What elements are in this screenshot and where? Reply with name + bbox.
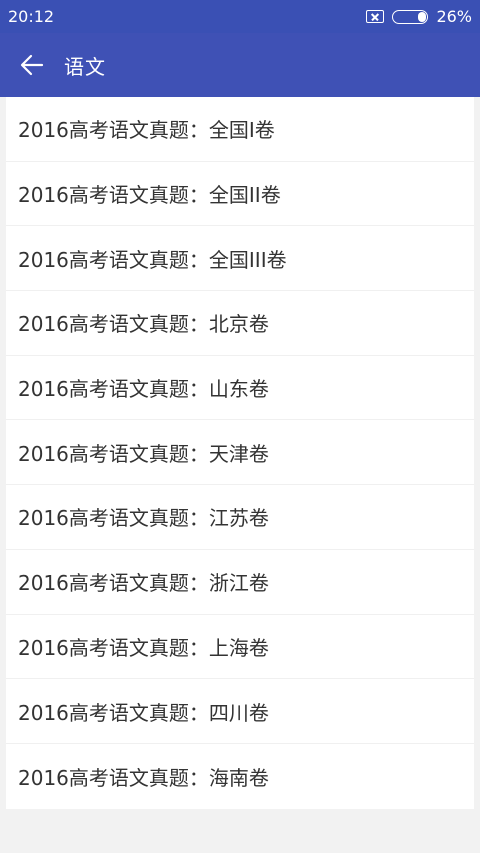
list-item-label: 2016高考语文真题：海南卷 (18, 765, 269, 790)
list-item[interactable]: 2016高考语文真题：全国III卷 (6, 226, 474, 292)
list-item-label: 2016高考语文真题：山东卷 (18, 377, 269, 402)
app-bar: 语文 (0, 33, 480, 97)
list-item[interactable]: 2016高考语文真题：江苏卷 (6, 485, 474, 550)
battery-percent: 26% (436, 7, 472, 26)
list-item-label: 2016高考语文真题：全国III卷 (18, 247, 287, 272)
list-item[interactable]: 2016高考语文真题：全国II卷 (6, 162, 474, 227)
list-item-label: 2016高考语文真题：四川卷 (18, 700, 269, 725)
list-item[interactable]: 2016高考语文真题：北京卷 (6, 291, 474, 356)
list-item-label: 2016高考语文真题：全国I卷 (18, 118, 275, 143)
list-item[interactable]: 2016高考语文真题：海南卷 (6, 744, 474, 809)
list-item-label: 2016高考语文真题：全国II卷 (18, 183, 281, 208)
status-bar: 20:12 26% (0, 0, 480, 33)
list-item[interactable]: 2016高考语文真题：全国I卷 (6, 97, 474, 162)
list-item[interactable]: 2016高考语文真题：四川卷 (6, 679, 474, 744)
list-item-label: 2016高考语文真题：浙江卷 (18, 571, 269, 596)
battery-icon (392, 9, 429, 24)
list-item[interactable]: 2016高考语文真题：上海卷 (6, 615, 474, 680)
list-item[interactable]: 2016高考语文真题：山东卷 (6, 356, 474, 421)
list-item-label: 2016高考语文真题：天津卷 (18, 441, 269, 466)
status-indicators: 26% (366, 7, 472, 26)
status-time: 20:12 (8, 7, 55, 26)
back-arrow-icon (20, 54, 44, 76)
list-item-label: 2016高考语文真题：江苏卷 (18, 506, 269, 531)
list-item[interactable]: 2016高考语文真题：天津卷 (6, 420, 474, 486)
list-item-label: 2016高考语文真题：上海卷 (18, 635, 269, 660)
exam-list: 2016高考语文真题：全国I卷 2016高考语文真题：全国II卷 2016高考语… (6, 97, 474, 809)
battery-level-fill (417, 11, 427, 22)
no-sim-icon (366, 10, 385, 23)
list-item[interactable]: 2016高考语文真题：浙江卷 (6, 550, 474, 615)
list-item-label: 2016高考语文真题：北京卷 (18, 312, 269, 337)
page-title: 语文 (64, 54, 106, 79)
back-button[interactable] (16, 49, 48, 81)
